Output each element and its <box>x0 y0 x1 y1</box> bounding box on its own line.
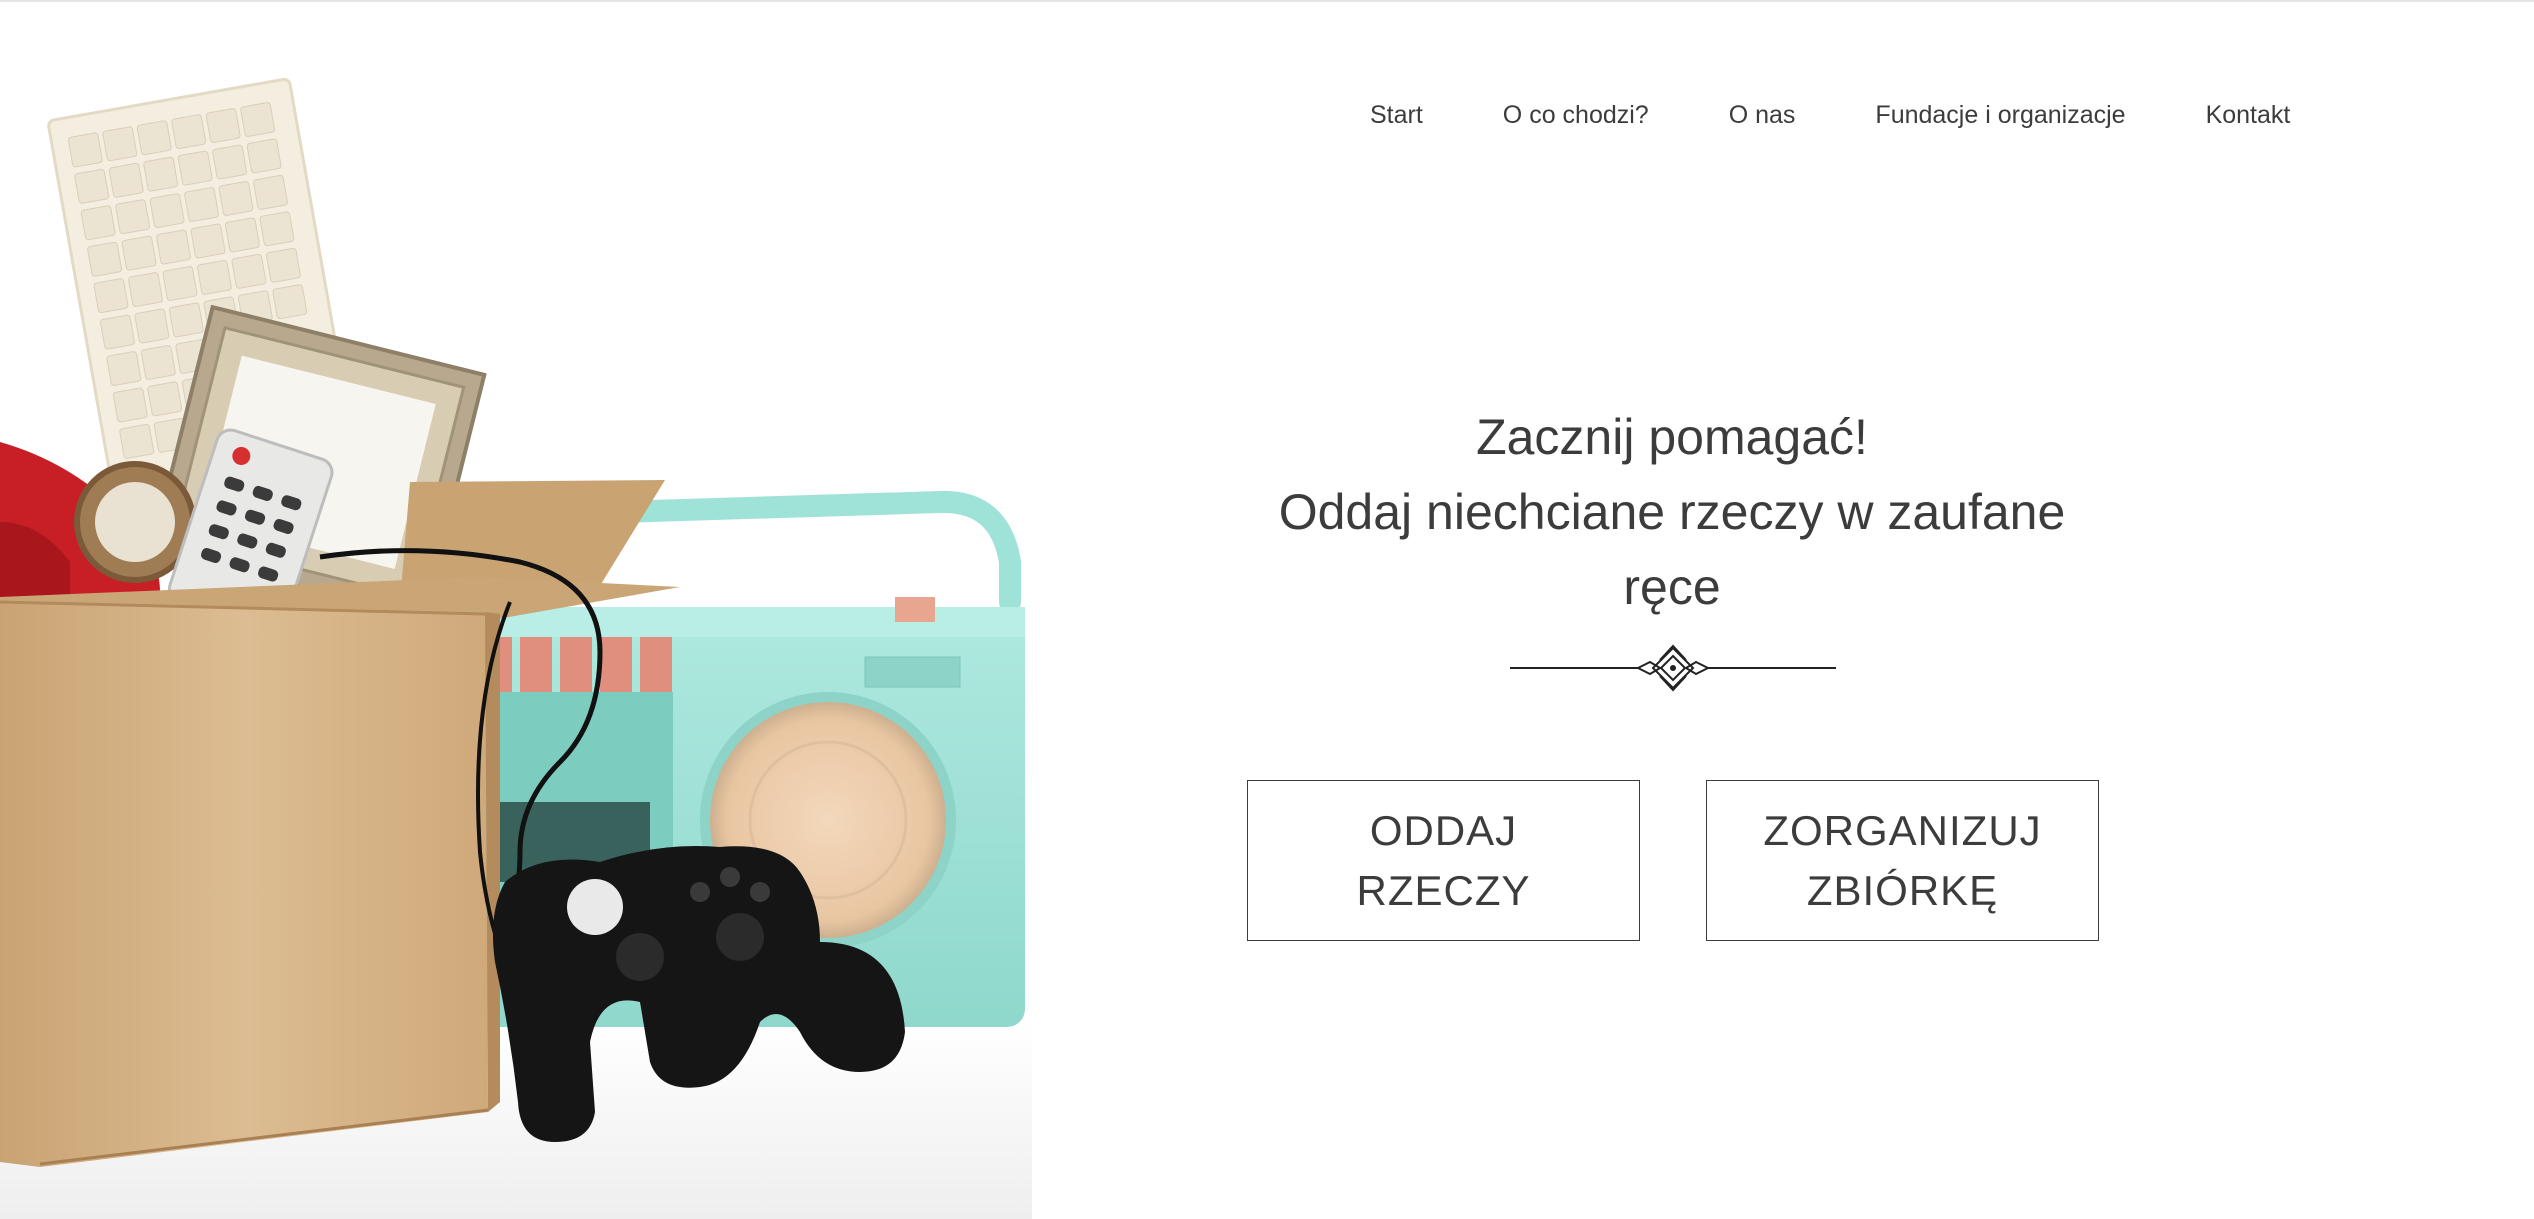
give-items-line-1: ODDAJ <box>1369 806 1518 854</box>
donation-items-illustration <box>0 77 1032 1219</box>
organize-collection-line-2: ZBIÓRKĘ <box>1806 866 1999 914</box>
headline-line-3: ręce <box>1623 559 1721 615</box>
nav-item-about-us[interactable]: O nas <box>1689 98 1836 132</box>
main-nav: Start O co chodzi? O nas Fundacje i orga… <box>1330 98 2330 132</box>
ornament-divider-icon <box>1510 644 1836 692</box>
organize-collection-button[interactable]: ZORGANIZUJ ZBIÓRKĘ <box>1706 780 2099 941</box>
give-items-button[interactable]: ODDAJ RZECZY <box>1247 780 1640 941</box>
give-items-line-2: RZECZY <box>1356 866 1531 914</box>
nav-item-foundations[interactable]: Fundacje i organizacje <box>1835 98 2165 132</box>
landing-page: Start O co chodzi? O nas Fundacje i orga… <box>0 0 2534 1219</box>
organize-collection-line-1: ZORGANIZUJ <box>1763 806 2042 854</box>
hero-headline: Zacznij pomagać! Oddaj niechciane rzeczy… <box>1232 400 2112 625</box>
headline-line-1: Zacznij pomagać! <box>1476 409 1868 465</box>
nav-item-start[interactable]: Start <box>1330 98 1463 132</box>
hero-image <box>0 2 1032 1219</box>
headline-line-2: Oddaj niechciane rzeczy w zaufane <box>1278 484 2066 540</box>
nav-item-about-idea[interactable]: O co chodzi? <box>1463 98 1689 132</box>
nav-item-contact[interactable]: Kontakt <box>2166 98 2331 132</box>
